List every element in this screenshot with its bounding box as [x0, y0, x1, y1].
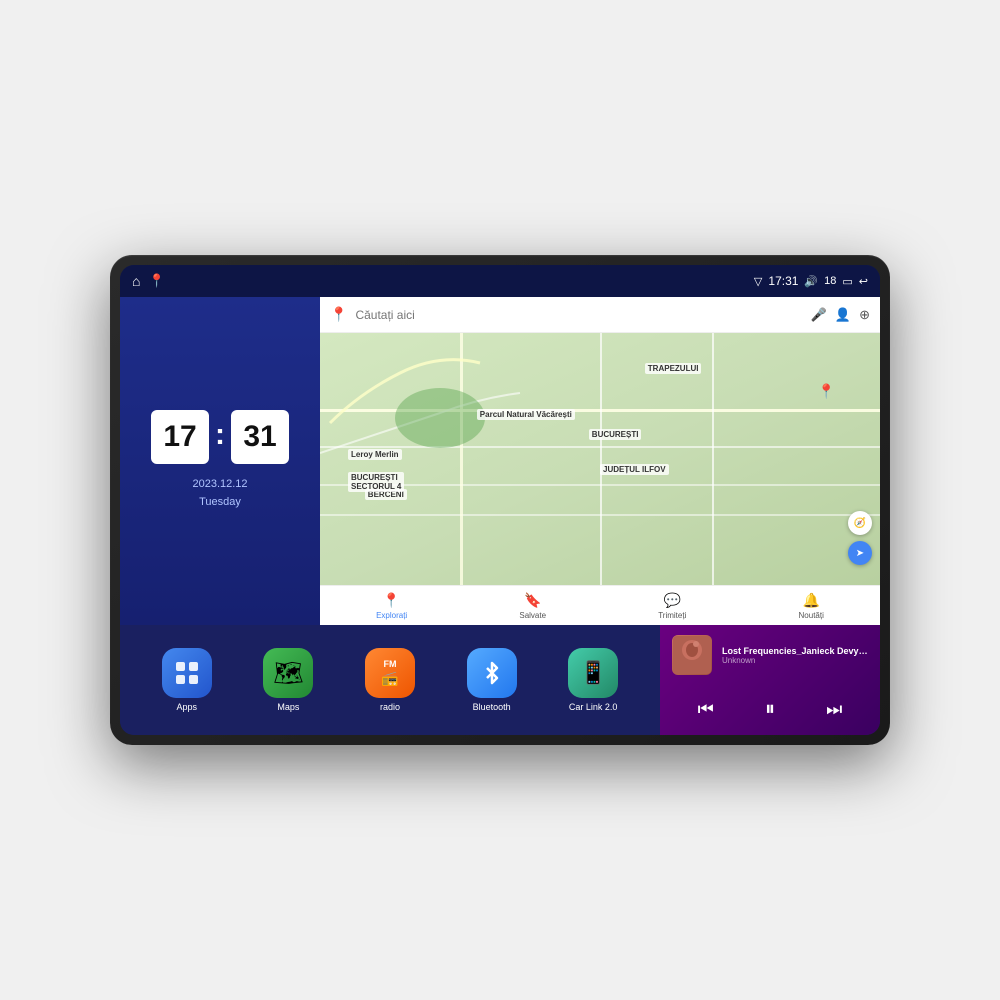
battery-icon: ▭ — [842, 275, 852, 288]
map-nav-share[interactable]: 💬 Trimiteți — [658, 592, 686, 620]
saved-label: Salvate — [519, 611, 546, 620]
apps-svg-icon — [174, 660, 200, 686]
apps-label: Apps — [177, 702, 198, 712]
battery-level: 18 — [824, 275, 836, 287]
next-button[interactable]: ⏭ — [818, 695, 850, 724]
app-icon-radio[interactable]: FM 📻 radio — [365, 648, 415, 712]
bluetooth-icon-box — [467, 648, 517, 698]
map-nav-news[interactable]: 🔔 Noutăți — [799, 592, 824, 620]
map-label-parc: Parcul Natural Văcărești — [477, 409, 575, 420]
map-pin-icon: 📍 — [330, 306, 347, 323]
saved-icon: 🔖 — [524, 592, 541, 609]
map-search-bar[interactable]: 📍 🎤 👤 ⊕ — [320, 297, 880, 333]
date-display: 2023.12.12 Tuesday — [192, 476, 247, 511]
prev-button[interactable]: ⏮ — [690, 695, 722, 724]
device-screen: ⌂ 📍 ▽ 17:31 🔊 18 ▭ ↩ 17 : 31 — [120, 265, 880, 735]
explore-label: Explorați — [376, 611, 407, 620]
account-icon[interactable]: 👤 — [835, 307, 851, 323]
music-player: Lost Frequencies_Janieck Devy-... Unknow… — [660, 625, 880, 735]
bottom-strip: Apps 🗺 Maps FM 📻 radio — [120, 625, 880, 735]
app-icons-area: Apps 🗺 Maps FM 📻 radio — [120, 625, 660, 735]
share-icon: 💬 — [664, 592, 681, 609]
carlink-icon-glyph: 📱 — [579, 660, 606, 686]
map-label-ilfov: JUDEȚUL ILFOV — [600, 464, 669, 475]
map-label-bucharest: BUCUREȘTI — [589, 429, 642, 440]
music-details: Lost Frequencies_Janieck Devy-... Unknow… — [722, 646, 868, 665]
music-artist: Unknown — [722, 656, 868, 665]
news-label: Noutăți — [799, 611, 824, 620]
location-pin: 📍 — [818, 383, 835, 400]
day-value: Tuesday — [192, 494, 247, 512]
car-display-device: ⌂ 📍 ▽ 17:31 🔊 18 ▭ ↩ 17 : 31 — [110, 255, 890, 745]
bluetooth-label: Bluetooth — [473, 702, 511, 712]
app-icon-apps[interactable]: Apps — [162, 648, 212, 712]
compass-button[interactable]: 🧭 — [848, 511, 872, 535]
map-nav-saved[interactable]: 🔖 Salvate — [519, 592, 546, 620]
explore-icon: 📍 — [383, 592, 400, 609]
app-icon-carlink[interactable]: 📱 Car Link 2.0 — [568, 648, 618, 712]
navigate-button[interactable]: ➤ — [848, 541, 872, 565]
fm-label: FM — [383, 659, 396, 669]
radio-label: radio — [380, 702, 400, 712]
music-title: Lost Frequencies_Janieck Devy-... — [722, 646, 868, 656]
clock-minute: 31 — [231, 410, 289, 464]
carlink-icon-box: 📱 — [568, 648, 618, 698]
status-left-icons: ⌂ 📍 — [132, 273, 165, 289]
music-thumbnail — [672, 635, 712, 675]
signal-icon: ▽ — [754, 275, 762, 288]
radio-icon-glyph: 📻 — [381, 670, 398, 687]
music-controls: ⏮ ⏸ ⏭ — [672, 694, 868, 725]
maps-icon-glyph: 🗺 — [273, 659, 303, 688]
news-icon: 🔔 — [802, 592, 819, 609]
clock-widget: 17 : 31 — [151, 410, 289, 464]
album-art — [673, 636, 711, 674]
back-icon[interactable]: ↩ — [859, 275, 868, 288]
share-label: Trimiteți — [658, 611, 686, 620]
layers-icon[interactable]: ⊕ — [859, 307, 870, 323]
play-pause-button[interactable]: ⏸ — [757, 694, 783, 725]
clock-colon: : — [215, 410, 225, 464]
map-label-trapezului: TRAPEZULUI — [645, 363, 702, 374]
map-nav-bar: 📍 Explorați 🔖 Salvate 💬 Trimiteți 🔔 Nout… — [320, 585, 880, 625]
maps-label: Maps — [277, 702, 299, 712]
maps-icon-box: 🗺 — [263, 648, 313, 698]
map-nav-explore[interactable]: 📍 Explorați — [376, 592, 407, 620]
date-value: 2023.12.12 — [192, 476, 247, 494]
map-background: BUCUREȘTI JUDEȚUL ILFOV TRAPEZULUI BERCE… — [320, 333, 880, 585]
bluetooth-svg-icon — [480, 661, 504, 685]
maps-status-icon[interactable]: 📍 — [148, 273, 164, 289]
volume-icon: 🔊 — [804, 275, 818, 288]
home-icon[interactable]: ⌂ — [132, 273, 140, 289]
main-content: 17 : 31 2023.12.12 Tuesday 📍 🎤 👤 ⊕ — [120, 297, 880, 625]
map-label-leroy: Leroy Merlin — [348, 449, 402, 460]
map-panel: 📍 🎤 👤 ⊕ — [320, 297, 880, 625]
clock-hour: 17 — [151, 410, 209, 464]
radio-icon-box: FM 📻 — [365, 648, 415, 698]
carlink-label: Car Link 2.0 — [569, 702, 618, 712]
status-time: 17:31 — [768, 274, 798, 288]
map-area[interactable]: BUCUREȘTI JUDEȚUL ILFOV TRAPEZULUI BERCE… — [320, 333, 880, 585]
apps-icon-box — [162, 648, 212, 698]
map-label-sector4: BUCUREȘTISECTORUL 4 — [348, 472, 404, 492]
app-icon-maps[interactable]: 🗺 Maps — [263, 648, 313, 712]
music-info: Lost Frequencies_Janieck Devy-... Unknow… — [672, 635, 868, 675]
clock-panel: 17 : 31 2023.12.12 Tuesday — [120, 297, 320, 625]
app-icon-bluetooth[interactable]: Bluetooth — [467, 648, 517, 712]
status-bar: ⌂ 📍 ▽ 17:31 🔊 18 ▭ ↩ — [120, 265, 880, 297]
voice-search-icon[interactable]: 🎤 — [811, 307, 827, 323]
map-search-input[interactable] — [355, 308, 802, 322]
status-right-info: ▽ 17:31 🔊 18 ▭ ↩ — [754, 274, 868, 288]
